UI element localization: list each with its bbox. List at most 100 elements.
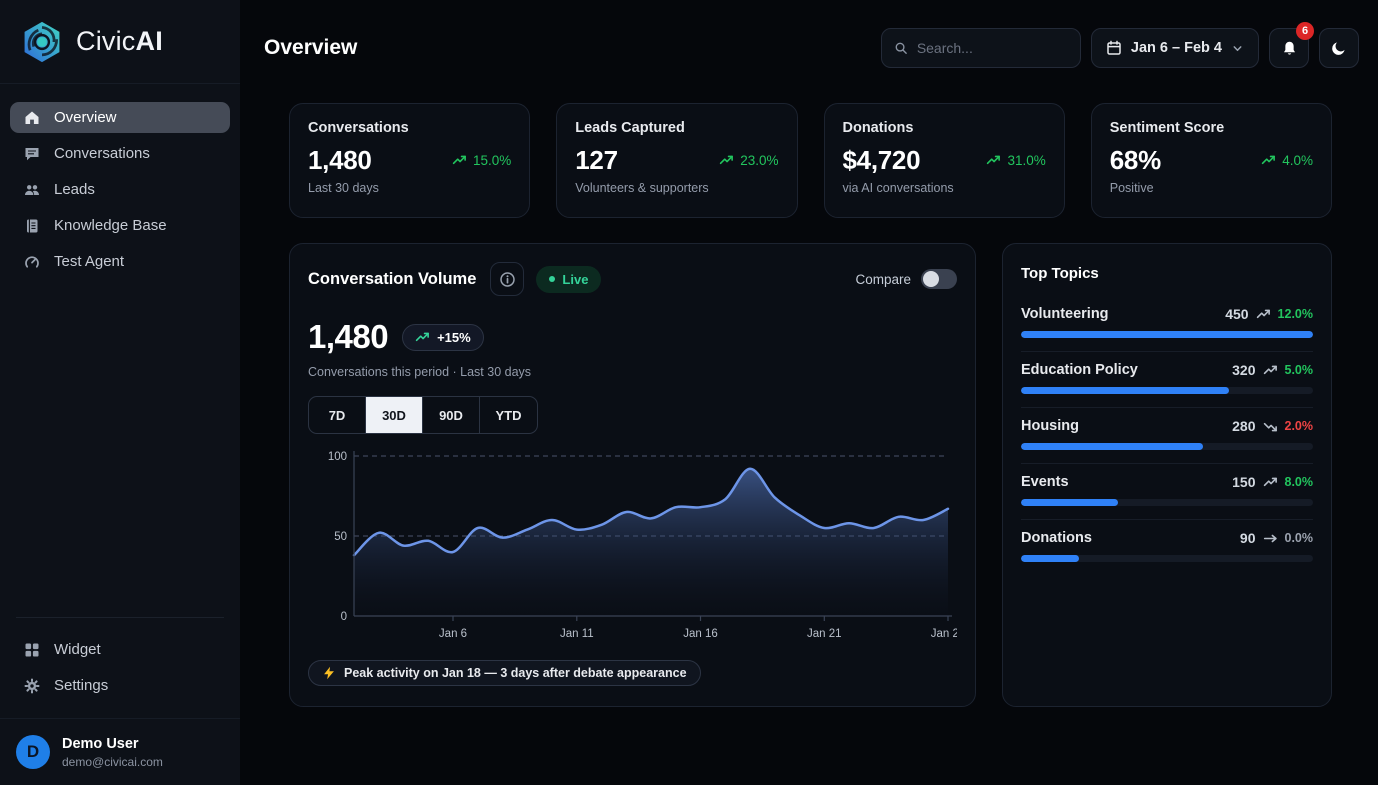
topic-row-volunteering: Volunteering 450 12.0% [1021, 296, 1313, 352]
topic-row-housing: Housing 280 2.0% [1021, 408, 1313, 464]
dark-mode-toggle-button[interactable] [1319, 28, 1359, 68]
topic-bar-fill [1021, 387, 1229, 394]
topics-title: Top Topics [1021, 265, 1313, 282]
topic-bar-fill [1021, 499, 1118, 506]
users-icon [24, 182, 40, 198]
stat-subtitle: via AI conversations [843, 181, 1046, 195]
sidebar-item-label: Settings [54, 677, 108, 694]
trend-up-icon [452, 153, 467, 168]
date-range-button[interactable]: Jan 6 – Feb 4 [1091, 28, 1259, 68]
topic-value: 90 [1240, 530, 1256, 546]
compare-label: Compare [855, 272, 911, 287]
stat-card-conversations: Conversations 1,480 15.0% Last 30 days [289, 103, 530, 218]
notifications-button[interactable]: 6 [1269, 28, 1309, 68]
calendar-icon [1106, 40, 1122, 56]
info-button[interactable] [490, 262, 524, 296]
topic-value: 320 [1232, 362, 1255, 378]
sidebar-item-label: Knowledge Base [54, 217, 167, 234]
sidebar-item-widget[interactable]: Widget [10, 634, 230, 665]
date-range-label: Jan 6 – Feb 4 [1131, 40, 1222, 56]
svg-text:Jan 26: Jan 26 [931, 628, 957, 640]
tab-90d[interactable]: 90D [423, 397, 480, 433]
trend-up-icon [986, 153, 1001, 168]
trend-up-icon [1261, 153, 1276, 168]
sidebar-item-leads[interactable]: Leads [10, 174, 230, 205]
trend-up-icon [1263, 363, 1278, 378]
sidebar-item-conversations[interactable]: Conversations [10, 138, 230, 169]
secondary-nav: Widget Settings [0, 618, 240, 718]
topic-row-education-policy: Education Policy 320 5.0% [1021, 352, 1313, 408]
peak-annotation: Peak activity on Jan 18 — 3 days after d… [308, 660, 701, 686]
stat-value: 68% [1110, 145, 1161, 176]
sidebar-item-label: Widget [54, 641, 101, 658]
sidebar-item-settings[interactable]: Settings [10, 670, 230, 701]
range-tabs: 7D 30D 90D YTD [308, 396, 538, 434]
chat-icon [24, 146, 40, 162]
bell-icon [1281, 40, 1298, 57]
chevron-down-icon [1231, 42, 1244, 55]
conversation-volume-card: Conversation Volume Live Compare 1,480 [289, 243, 976, 707]
volume-area-chart: 050100Jan 6Jan 11Jan 16Jan 21Jan 26 [308, 446, 957, 646]
search-box [881, 28, 1081, 68]
stat-trend: 23.0% [719, 153, 778, 168]
svg-text:Jan 11: Jan 11 [560, 628, 594, 640]
stat-card-sentiment: Sentiment Score 68% 4.0% Positive [1091, 103, 1332, 218]
stat-trend: 15.0% [452, 153, 511, 168]
stat-value: $4,720 [843, 145, 921, 176]
brand-name: CivicAI [76, 26, 163, 57]
sidebar-item-label: Test Agent [54, 253, 124, 270]
stat-title: Leads Captured [575, 120, 778, 136]
tab-7d[interactable]: 7D [309, 397, 366, 433]
sidebar-item-test-agent[interactable]: Test Agent [10, 246, 230, 277]
home-icon [24, 110, 40, 126]
svg-text:Jan 16: Jan 16 [683, 628, 718, 640]
topic-name: Education Policy [1021, 362, 1138, 378]
topic-percent: 12.0% [1278, 307, 1313, 321]
stat-title: Donations [843, 120, 1046, 136]
primary-nav: Overview Conversations Leads Knowledge B… [0, 84, 240, 282]
tab-30d[interactable]: 30D [366, 397, 423, 433]
topic-bar-track [1021, 443, 1313, 450]
toggle-knob [923, 271, 939, 287]
compare-toggle[interactable] [921, 269, 957, 289]
topic-percent: 8.0% [1285, 475, 1314, 489]
avatar: D [16, 735, 50, 769]
topic-percent: 2.0% [1285, 419, 1314, 433]
gauge-icon [24, 254, 40, 270]
stat-subtitle: Positive [1110, 181, 1313, 195]
sidebar-item-knowledge-base[interactable]: Knowledge Base [10, 210, 230, 241]
stat-card-leads: Leads Captured 127 23.0% Volunteers & su… [556, 103, 797, 218]
stat-title: Conversations [308, 120, 511, 136]
brand-logo: CivicAI [0, 0, 240, 84]
live-dot-icon [549, 276, 555, 282]
trend-up-icon [719, 153, 734, 168]
trend-flat-icon [1263, 531, 1278, 546]
widget-grid-icon [24, 642, 40, 658]
svg-text:100: 100 [328, 451, 347, 463]
sidebar-item-label: Overview [54, 109, 117, 126]
search-icon [894, 40, 908, 56]
sidebar-item-label: Conversations [54, 145, 150, 162]
user-profile[interactable]: D Demo User demo@civicai.com [0, 718, 240, 785]
svg-text:Jan 21: Jan 21 [807, 628, 842, 640]
gear-icon [24, 678, 40, 694]
topic-percent: 5.0% [1285, 363, 1314, 377]
stat-value: 1,480 [308, 145, 372, 176]
user-email: demo@civicai.com [62, 755, 163, 769]
topic-bar-track [1021, 555, 1313, 562]
stat-cards-row: Conversations 1,480 15.0% Last 30 days L… [289, 103, 1332, 218]
delta-badge: +15% [402, 324, 484, 351]
sidebar-item-overview[interactable]: Overview [10, 102, 230, 133]
top-bar: Overview Jan 6 – Feb 4 6 [240, 0, 1378, 68]
topic-bar-track [1021, 387, 1313, 394]
trend-up-icon [1263, 475, 1278, 490]
tab-ytd[interactable]: YTD [480, 397, 537, 433]
stat-card-donations: Donations $4,720 31.0% via AI conversati… [824, 103, 1065, 218]
topic-percent: 0.0% [1285, 531, 1314, 545]
volume-subtitle: Conversations this period · Last 30 days [308, 365, 957, 379]
stat-subtitle: Last 30 days [308, 181, 511, 195]
search-input[interactable] [917, 40, 1068, 56]
chart-title: Conversation Volume [308, 270, 476, 289]
trend-down-icon [1263, 419, 1278, 434]
topic-name: Events [1021, 474, 1069, 490]
